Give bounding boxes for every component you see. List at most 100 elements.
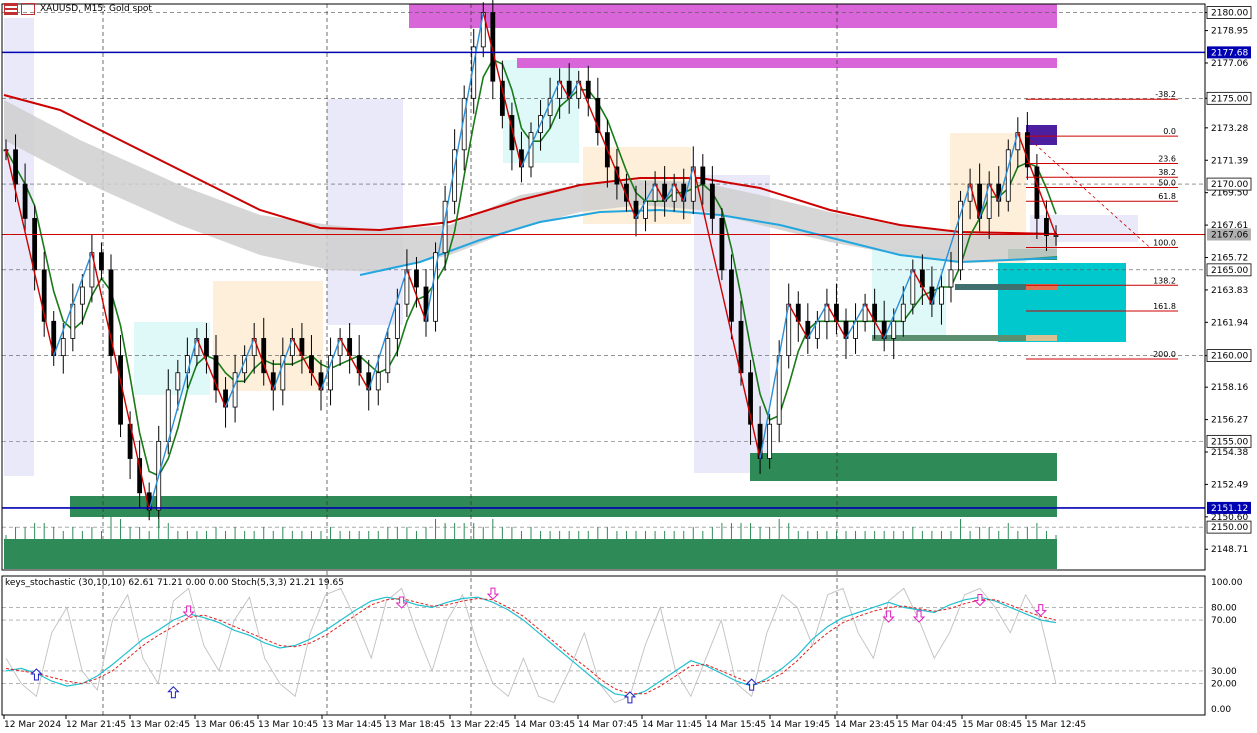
fib-label: 50.0	[1158, 179, 1176, 188]
candle-body	[709, 183, 715, 219]
candle-body	[1034, 166, 1040, 219]
time-tick-label: 14 Mar 23:45	[835, 720, 895, 730]
target-zone	[998, 263, 1126, 342]
time-tick-label: 12 Mar 2024	[4, 720, 61, 730]
zigzag-up-leg	[425, 12, 484, 322]
candle-body	[900, 303, 906, 322]
volume-bars	[4, 539, 1057, 569]
price-tag-label: 2151.12	[1211, 504, 1248, 514]
price-tick-label: 2171.39	[1211, 156, 1248, 166]
stochastic-layer: 100.00 80.00 70.00 30.00 20.00 0.00	[2, 578, 1243, 715]
fib-label: 0.0	[1163, 127, 1176, 136]
price-tag-label: 2167.06	[1211, 231, 1248, 241]
time-tick-label: 13 Mar 02:45	[130, 720, 190, 730]
price-tick-label: 2163.83	[1211, 286, 1248, 296]
arrow-down-icon	[486, 587, 500, 600]
candle-body	[394, 303, 400, 339]
tan-strip	[1026, 335, 1057, 341]
fib-label: 38.2	[1158, 168, 1176, 177]
price-tag-label: 2180.00	[1211, 9, 1248, 19]
zone-a	[134, 322, 210, 395]
candle-body	[738, 320, 744, 374]
time-tick-label: 15 Mar 04:45	[897, 720, 957, 730]
time-tick-label: 14 Mar 19:45	[770, 720, 830, 730]
candle-body	[585, 80, 591, 99]
price-tick-label: 2154.38	[1211, 448, 1248, 458]
candle-body	[948, 269, 954, 288]
candle-body	[1005, 149, 1011, 202]
candle-body	[1044, 217, 1049, 236]
candle-body	[1053, 235, 1059, 237]
volume-layer	[4, 515, 1057, 569]
time-tick-label: 14 Mar 15:45	[706, 720, 766, 730]
indicator-title: keys_stochastic (30,10,10) 62.61 71.21 0…	[5, 578, 344, 588]
stoch-axis-label: 100.00	[1211, 578, 1243, 588]
price-tick-label: 2158.16	[1211, 383, 1248, 393]
time-tick-label: 15 Mar 12:45	[1026, 720, 1086, 730]
stoch-axis-label: 70.00	[1211, 616, 1237, 626]
chart-window: -38.2 0.0 23.6 38.2 50.0 61.8 100.0 138.2 161.8 2…	[0, 0, 1257, 733]
candle-body	[700, 166, 706, 185]
time-tick-label: 13 Mar 22:45	[450, 720, 510, 730]
fib-label: 61.8	[1158, 192, 1176, 201]
demand-zone-middle	[750, 453, 1057, 481]
candle-body	[375, 372, 381, 391]
fib-label: 100.0	[1153, 239, 1176, 248]
price-tag-label: 2155.00	[1211, 437, 1248, 447]
time-tick-label: 13 Mar 06:45	[195, 720, 255, 730]
candle-body	[79, 286, 85, 305]
supply-zone-top	[409, 4, 1057, 28]
fib-label: 138.2	[1153, 276, 1176, 285]
price-tick-label: 2152.49	[1211, 480, 1248, 490]
supply-zone-second	[517, 58, 1057, 68]
candle-body	[385, 338, 391, 374]
candle-body	[32, 217, 38, 271]
candle-body	[175, 372, 181, 391]
fib-label: 200.0	[1153, 350, 1176, 359]
chart-menu-icon[interactable]	[4, 3, 18, 15]
sell-zone	[1026, 125, 1057, 145]
candle-body	[22, 183, 28, 219]
candle-body	[891, 320, 897, 339]
fib-label: 23.6	[1158, 155, 1176, 164]
candle-body	[13, 149, 18, 185]
time-tick-label: 13 Mar 18:45	[385, 720, 445, 730]
symbol-label: XAUUSD, M15: Gold spot	[40, 4, 152, 14]
stoch-axis-label: 20.00	[1211, 680, 1237, 690]
candle-body	[767, 423, 773, 459]
candle-body	[719, 217, 725, 271]
time-tick-label: 12 Mar 21:45	[66, 720, 126, 730]
stoch-axis-label: 0.00	[1211, 705, 1231, 715]
stoch-axis-label: 80.00	[1211, 603, 1237, 613]
zone-left	[4, 18, 34, 476]
stoch-signal-line	[5, 597, 1057, 695]
zone-c	[327, 99, 403, 325]
price-tick-label: 2173.28	[1211, 124, 1248, 134]
arrow-up-icon	[167, 686, 180, 699]
candle-body	[414, 269, 419, 288]
fib-label: 161.8	[1153, 302, 1176, 311]
price-tick-label: 2156.27	[1211, 416, 1248, 426]
fib-label: -38.2	[1155, 90, 1176, 99]
price-tag-label: 2177.68	[1211, 48, 1248, 58]
time-tick-label: 14 Mar 03:45	[515, 720, 575, 730]
price-tag-label: 2150.00	[1211, 523, 1248, 533]
price-tick-label: 2161.94	[1211, 318, 1248, 328]
price-tag-label: 2175.00	[1211, 94, 1248, 104]
main-chart[interactable]: -38.2 0.0 23.6 38.2 50.0 61.8 100.0 138.2 161.8 2…	[0, 0, 1257, 733]
candle-type-icon[interactable]	[21, 3, 35, 15]
candle-body	[939, 286, 944, 305]
time-tick-label: 14 Mar 07:45	[578, 720, 638, 730]
price-tick-label: 2177.06	[1211, 59, 1248, 69]
time-tick-label: 13 Mar 14:45	[322, 720, 382, 730]
arrow-down-icon	[973, 594, 987, 607]
candle-body	[99, 252, 104, 271]
demand-zone-bottom	[70, 496, 1057, 517]
price-tag-label: 2170.00	[1211, 180, 1248, 190]
price-tag-label: 2160.00	[1211, 352, 1248, 362]
stoch-axis-label: 30.00	[1211, 667, 1237, 677]
candle-body	[232, 372, 238, 408]
price-tick-label: 2148.71	[1211, 545, 1248, 555]
stoch-main-line	[5, 596, 1057, 697]
time-tick-label: 15 Mar 08:45	[962, 720, 1022, 730]
